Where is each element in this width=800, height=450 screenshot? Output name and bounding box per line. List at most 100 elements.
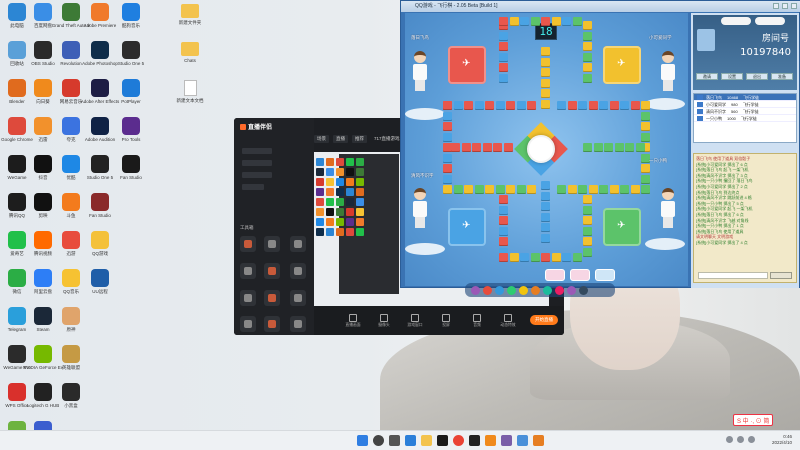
tool-button[interactable] (290, 236, 306, 252)
ime-indicator[interactable]: S 中 ·, ⊙ 简 (733, 414, 774, 426)
tab-live[interactable]: 直播 (333, 135, 348, 143)
task-view-icon[interactable] (388, 435, 400, 446)
player-row[interactable]: 小可爱同学 980 飞行学徒 (694, 101, 796, 108)
desktop-shortcut[interactable]: Fan Studio (111, 155, 151, 189)
exit-button[interactable]: 退出 (746, 73, 768, 80)
tool-button[interactable] (240, 263, 256, 279)
action-button[interactable] (545, 269, 565, 281)
tab-scene[interactable]: 场景 (314, 135, 329, 143)
network-icon[interactable] (726, 436, 733, 443)
player-name: 清风不识字 (411, 173, 434, 178)
go-live-button[interactable]: 开始直播 (530, 315, 558, 325)
action-button[interactable] (570, 269, 590, 281)
shortcut-label: UU远程 (92, 289, 108, 294)
tool-button[interactable] (264, 236, 280, 252)
board-tile (583, 31, 592, 41)
cast-button[interactable]: 投屏 (437, 313, 455, 328)
player-row[interactable]: 一只小鸭 1000 飞行学徒 (694, 115, 796, 122)
ready-button[interactable]: 准备 (771, 73, 793, 80)
desktop-shortcut[interactable]: Pro Tools (111, 117, 151, 151)
game-board[interactable]: 18 ✈ ✈ ✈ ✈ 落日飞鸟 小可爱同学 清风不识字 一只小鸭 (405, 13, 688, 297)
game-window[interactable]: QQ游戏 - 飞行棋 - 2.05 Beta [Build 1] 18 ✈ ✈ … (400, 0, 800, 297)
board-tile (541, 17, 550, 26)
player-name: 清风不识字 (706, 109, 726, 114)
shop-button[interactable] (721, 17, 751, 25)
desktop-shortcut[interactable]: Studio One 5 (111, 41, 151, 75)
mini-icon (356, 198, 364, 206)
app-icon[interactable] (484, 435, 496, 446)
desktop-shortcut[interactable]: QQ游戏 (80, 231, 120, 265)
player-name: 落日飞鸟 (411, 35, 429, 40)
player-name: 小可爱同学 (649, 35, 672, 40)
camera-button[interactable]: 摄像头 (375, 313, 393, 328)
settings-button[interactable]: 设置 (721, 73, 743, 80)
tool-button[interactable] (240, 236, 256, 252)
board-tile (583, 52, 592, 62)
yellow-base[interactable]: ✈ (603, 46, 641, 84)
chat-input[interactable] (698, 272, 768, 279)
tool-button[interactable] (264, 263, 280, 279)
player-row[interactable]: 清风不识字 560 飞行学徒 (694, 108, 796, 115)
desktop-document[interactable]: 新建文本文档 (170, 80, 210, 114)
mall-button[interactable] (755, 17, 785, 25)
player-row[interactable]: 落日飞鸟 10468 飞行学徒 (694, 94, 796, 101)
app-icon (122, 155, 140, 173)
app-icon[interactable] (532, 435, 544, 446)
audio-button[interactable]: 音频 (468, 313, 486, 328)
desktop-shortcut[interactable]: 酷狗音乐 (111, 3, 151, 37)
red-base[interactable]: ✈ (448, 46, 486, 84)
board-tile (609, 101, 619, 110)
mini-icon (326, 168, 334, 176)
invite-button[interactable]: 邀请 (696, 73, 718, 80)
app-icon (34, 155, 52, 173)
tool-button[interactable] (290, 263, 306, 279)
screen-capture-button[interactable]: 直播画面 (344, 313, 362, 328)
close-button[interactable] (791, 3, 797, 9)
board-tile (495, 185, 505, 194)
tool-button[interactable] (240, 316, 256, 332)
board-tile (503, 143, 513, 152)
edge-icon[interactable] (404, 435, 416, 446)
game-window-button[interactable]: 游戏窗口 (406, 313, 424, 328)
desktop-shortcut[interactable]: PotPlayer (111, 79, 151, 113)
dice[interactable] (527, 135, 555, 163)
app-icon (62, 155, 80, 173)
explorer-icon[interactable] (420, 435, 432, 446)
battery-icon[interactable] (748, 436, 755, 443)
tab-recommend[interactable]: 推荐 (352, 135, 367, 143)
blue-base[interactable]: ✈ (448, 208, 486, 246)
store-icon[interactable] (436, 435, 448, 446)
app-icon[interactable] (516, 435, 528, 446)
search-icon[interactable] (372, 435, 384, 446)
board-tile (630, 185, 640, 194)
tool-button[interactable] (290, 316, 306, 332)
action-button[interactable] (595, 269, 615, 281)
volume-icon[interactable] (737, 436, 744, 443)
desktop-shortcut[interactable]: Fan Studio (80, 193, 120, 227)
minimize-button[interactable] (773, 3, 779, 9)
tool-button[interactable] (264, 290, 280, 306)
board-tile (599, 185, 608, 194)
chat-send-button[interactable] (770, 272, 792, 279)
desktop-folder[interactable]: 新建文件夹 (170, 4, 210, 38)
effects-button[interactable]: 动态特效 (499, 313, 517, 328)
tool-button[interactable] (240, 290, 256, 306)
desktop-shortcut[interactable]: 小黑盒 (51, 383, 91, 417)
shortcut-label: 酷狗音乐 (122, 23, 140, 28)
tool-button[interactable] (290, 290, 306, 306)
desktop-folder[interactable]: Chats (170, 42, 210, 76)
shortcut-label: Fan Studio (120, 175, 142, 180)
board-tile (499, 205, 508, 215)
tool-button[interactable] (264, 316, 280, 332)
chrome-icon[interactable] (452, 435, 464, 446)
obs-icon[interactable] (468, 435, 480, 446)
green-base[interactable]: ✈ (603, 208, 641, 246)
shortcut-label: 原神 (66, 327, 76, 332)
app-icon[interactable] (500, 435, 512, 446)
clock[interactable]: 0:46 2022/4/10 (772, 434, 792, 446)
desktop-shortcut[interactable]: 原神 (51, 307, 91, 341)
desktop-shortcut[interactable]: UU远程 (80, 269, 120, 303)
desktop-shortcut[interactable]: 英雄联盟 (51, 345, 91, 379)
start-icon[interactable] (356, 435, 368, 446)
maximize-button[interactable] (782, 3, 788, 9)
